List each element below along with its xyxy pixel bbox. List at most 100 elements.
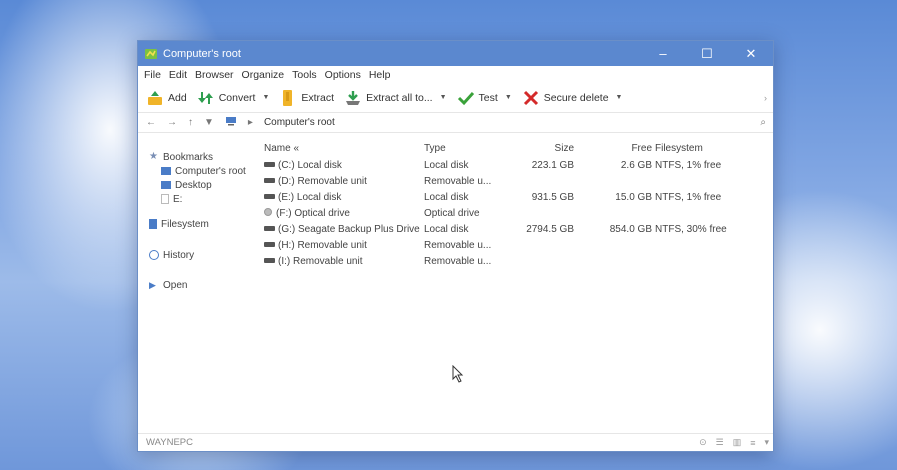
row-free: 15.0 GB: [615, 192, 652, 203]
table-row[interactable]: (D:) Removable unit Removable u...: [264, 176, 773, 188]
convert-button[interactable]: Convert ▼: [197, 89, 269, 107]
drive-icon: [264, 257, 275, 263]
add-button[interactable]: Add: [146, 89, 187, 107]
menu-icon[interactable]: ≡: [750, 438, 755, 448]
status-bar: WAYNEPC ⊙ ☰ ▥ ≡ ▾: [138, 433, 773, 451]
menu-help[interactable]: Help: [369, 69, 391, 81]
maximize-button[interactable]: ☐: [685, 41, 729, 66]
column-header-free[interactable]: Free: [574, 143, 652, 154]
row-type: Removable u...: [424, 240, 492, 251]
menu-tools[interactable]: Tools: [292, 69, 317, 81]
menu-edit[interactable]: Edit: [169, 69, 187, 81]
mouse-cursor-icon: [452, 364, 464, 386]
menu-bar: File Edit Browser Organize Tools Options…: [138, 66, 773, 83]
secure-delete-dropdown-icon[interactable]: ▼: [616, 94, 623, 101]
list-view-icon[interactable]: ☰: [716, 437, 724, 448]
row-type: Removable u...: [424, 256, 492, 267]
sidebar-filesystem[interactable]: Filesystem: [149, 217, 264, 231]
table-row[interactable]: (H:) Removable unit Removable u...: [264, 240, 773, 252]
sidebar-item-computers-root[interactable]: Computer's root: [149, 164, 264, 178]
sidebar-item-desktop[interactable]: Desktop: [149, 178, 264, 192]
lock-icon[interactable]: ⊙: [699, 437, 707, 448]
sidebar-open[interactable]: ▶ Open: [149, 278, 264, 292]
sidebar-bookmarks[interactable]: ★ Bookmarks: [149, 150, 264, 164]
row-name: (D:) Removable unit: [278, 176, 367, 187]
red-x-icon: [522, 89, 540, 107]
bookmarks-label: Bookmarks: [163, 151, 214, 163]
history-dropdown-icon[interactable]: ▼: [204, 117, 214, 128]
menu-browser[interactable]: Browser: [195, 69, 234, 81]
checkmark-icon: [457, 89, 475, 107]
menu-organize[interactable]: Organize: [242, 69, 285, 81]
path-separator-icon[interactable]: ▸: [248, 117, 253, 128]
computer-icon: [161, 167, 171, 175]
add-label: Add: [168, 91, 187, 104]
forward-arrow-icon[interactable]: →: [167, 117, 177, 128]
test-dropdown-icon[interactable]: ▼: [505, 94, 512, 101]
secure-delete-label: Secure delete: [543, 91, 609, 104]
row-type: Local disk: [424, 192, 469, 203]
app-logo-icon: [144, 47, 158, 61]
row-name: (C:) Local disk: [278, 160, 342, 171]
test-label: Test: [478, 91, 498, 104]
secure-delete-button[interactable]: Secure delete ▼: [522, 89, 623, 107]
row-filesystem: NTFS, 1% free: [655, 192, 722, 203]
sidebar-item-label: E:: [173, 193, 183, 205]
extract-all-dropdown-icon[interactable]: ▼: [440, 94, 447, 101]
open-label: Open: [163, 279, 188, 291]
search-icon[interactable]: ⌕: [760, 117, 766, 128]
drive-icon: [264, 241, 275, 247]
sidebar-history[interactable]: History: [149, 248, 264, 262]
add-archive-icon: [146, 89, 164, 107]
column-header-filesystem[interactable]: Filesystem: [655, 143, 703, 154]
row-type: Local disk: [424, 224, 469, 235]
column-header-type[interactable]: Type: [424, 143, 446, 154]
file-list-header: Name « Type Size Free Filesystem: [264, 143, 773, 155]
row-size: 2794.5 GB: [526, 224, 574, 235]
sidebar-item-label: Computer's root: [175, 165, 246, 177]
row-type: Optical drive: [424, 208, 480, 219]
clock-icon: [149, 250, 159, 260]
row-name: (F:) Optical drive: [276, 208, 350, 219]
up-arrow-icon[interactable]: ↑: [188, 117, 193, 128]
back-arrow-icon[interactable]: ←: [146, 117, 156, 128]
menu-file[interactable]: File: [144, 69, 161, 81]
table-row[interactable]: (I:) Removable unit Removable u...: [264, 256, 773, 268]
extract-all-button[interactable]: Extract all to... ▼: [344, 89, 447, 107]
row-name: (E:) Local disk: [278, 192, 342, 203]
row-filesystem: NTFS, 30% free: [655, 224, 727, 235]
desktop-icon: [161, 181, 171, 189]
extract-all-label: Extract all to...: [366, 91, 433, 104]
table-row[interactable]: (F:) Optical drive Optical drive: [264, 208, 773, 220]
toolbar-overflow-icon[interactable]: ›: [764, 93, 767, 103]
history-label: History: [163, 249, 195, 261]
address-path[interactable]: Computer's root: [264, 117, 760, 128]
test-button[interactable]: Test ▼: [457, 89, 512, 107]
convert-icon: [197, 89, 215, 107]
table-row[interactable]: (E:) Local disk Local disk 931.5 GB 15.0…: [264, 192, 773, 204]
address-bar: ← → ↑ ▼ ▸ Computer's root ⌕: [138, 112, 773, 133]
title-bar[interactable]: Computer's root – ☐ ✕: [138, 41, 773, 66]
drive-icon: [264, 161, 275, 167]
table-row[interactable]: (C:) Local disk Local disk 223.1 GB 2.6 …: [264, 160, 773, 172]
drive-icon: [264, 193, 275, 199]
details-view-icon[interactable]: ▥: [733, 437, 742, 448]
column-header-size[interactable]: Size: [504, 143, 574, 154]
convert-dropdown-icon[interactable]: ▼: [262, 94, 269, 101]
minimize-button[interactable]: –: [641, 41, 685, 66]
statusbar-dropdown-icon[interactable]: ▾: [764, 437, 769, 448]
close-button[interactable]: ✕: [729, 41, 773, 66]
menu-options[interactable]: Options: [325, 69, 361, 81]
extract-icon: [279, 89, 297, 107]
sidebar-item-label: Desktop: [175, 179, 212, 191]
main-area: ★ Bookmarks Computer's root Desktop E: F…: [138, 139, 773, 433]
column-header-name[interactable]: Name «: [264, 143, 299, 154]
table-row[interactable]: (G:) Seagate Backup Plus Drive Local dis…: [264, 224, 773, 236]
row-free: 854.0 GB: [609, 224, 652, 235]
row-size: 931.5 GB: [531, 192, 574, 203]
row-free: 2.6 GB: [620, 160, 652, 171]
window-title: Computer's root: [163, 47, 241, 60]
sidebar-item-e-drive[interactable]: E:: [149, 192, 264, 206]
extract-button[interactable]: Extract: [279, 89, 334, 107]
play-triangle-icon: ▶: [149, 280, 156, 290]
